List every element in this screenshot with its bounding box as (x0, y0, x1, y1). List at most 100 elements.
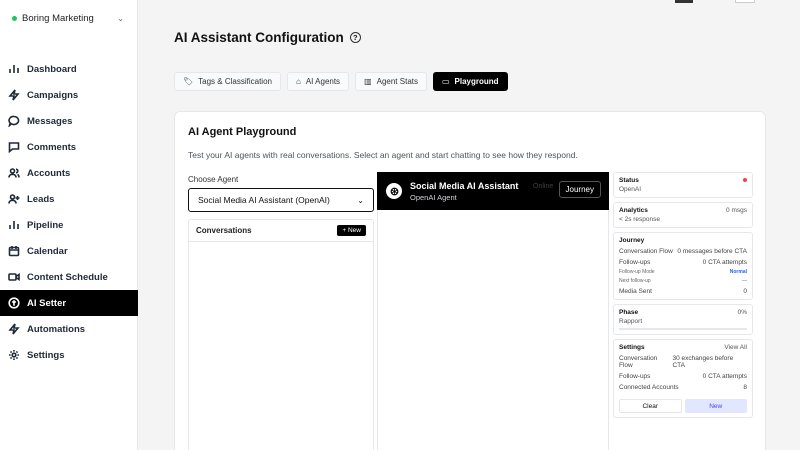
sidebar-item-pipeline[interactable]: Pipeline (0, 212, 138, 238)
journey-row: Conversation Flow 0 messages before CTA (619, 248, 747, 255)
sidebar-item-label: Pipeline (27, 219, 64, 231)
sidebar-item-label: Messages (27, 115, 73, 127)
settings-row-value: 8 (743, 384, 747, 391)
tab-agent-stats[interactable]: ▥ Agent Stats (355, 72, 427, 91)
users-icon (8, 167, 20, 179)
phase-box: Phase 0% Rapport (613, 304, 753, 335)
follow-up-mode-value[interactable]: Normal (730, 269, 747, 275)
chat-agent-name: Social Media AI Assistant (410, 180, 519, 191)
journey-row-label: Follow-up Mode (619, 269, 655, 275)
sidebar-item-messages[interactable]: Messages (0, 108, 138, 134)
clear-button[interactable]: Clear (619, 399, 682, 413)
sidebar-item-label: Automations (27, 323, 86, 335)
journey-row-label: Follow-ups (619, 259, 651, 266)
sidebar-item-campaigns[interactable]: Campaigns (0, 82, 138, 108)
gear-icon (8, 349, 20, 361)
view-all-link[interactable]: View All (724, 344, 747, 351)
sidebar-item-label: Dashboard (27, 63, 77, 75)
comment-icon (8, 141, 20, 153)
stats-icon: ▥ (364, 77, 372, 86)
sidebar-item-accounts[interactable]: Accounts (0, 160, 138, 186)
tab-label: AI Agents (305, 77, 341, 86)
online-status: Online (533, 183, 554, 190)
tab-tags-classification[interactable]: 🏷 Tags & Classification (174, 72, 281, 91)
sidebar-item-leads[interactable]: Leads (0, 186, 138, 212)
bar-chart-icon (8, 63, 20, 75)
sidebar-item-comments[interactable]: Comments (0, 134, 138, 160)
conversations-label: Conversations (196, 226, 252, 235)
sidebar-item-calendar[interactable]: Calendar (0, 238, 138, 264)
sidebar-item-label: Content Schedule (27, 271, 108, 283)
lightning-icon (8, 323, 20, 335)
sidebar-item-label: AI Setter (27, 297, 67, 309)
help-icon[interactable]: ? (349, 32, 361, 43)
playground-description: Test your AI agents with real conversati… (188, 150, 578, 160)
tab-playground[interactable]: ▭ Playground (432, 72, 508, 91)
sidebar-item-label: Accounts (27, 167, 71, 179)
sidebar-item-automations[interactable]: Automations (0, 316, 138, 342)
journey-row-value: 0 (743, 288, 747, 295)
settings-row-label: Follow-ups (619, 373, 651, 380)
calendar-icon (8, 245, 20, 257)
chat-bubble-icon (8, 115, 20, 127)
workspace-name: Boring Marketing (22, 12, 94, 24)
status-value: OpenAI (619, 186, 642, 193)
settings-actions: Clear New (619, 399, 747, 413)
journey-row-label: Conversation Flow (619, 248, 673, 255)
phase-value: Rapport (619, 318, 643, 325)
playground-title: AI Agent Playground (188, 126, 297, 138)
phase-progress-bar (619, 328, 747, 330)
journey-row-value: — (742, 278, 747, 284)
sidebar-item-ai-setter[interactable]: AI Setter (0, 290, 138, 316)
agent-info-panel: Status OpenAI Analytics < 2s response 0 … (613, 172, 753, 422)
sidebar-item-content-schedule[interactable]: Content Schedule (0, 264, 138, 290)
workspace-status-dot (12, 15, 17, 21)
tab-label: Tags & Classification (198, 77, 272, 86)
new-conversation-button[interactable]: + New (337, 225, 366, 236)
chat-area[interactable] (377, 172, 609, 450)
journey-row-value: 0 messages before CTA (677, 248, 747, 255)
page-title-text: AI Assistant Configuration (174, 30, 344, 45)
status-box: Status OpenAI (613, 172, 753, 198)
phase-title: Phase (619, 309, 639, 316)
status-title: Status (619, 177, 639, 184)
lightning-icon (8, 89, 20, 101)
sidebar-item-label: Campaigns (27, 89, 79, 101)
journey-row-value: 0 CTA attempts (702, 259, 747, 266)
journey-row: Next follow-up — (619, 278, 747, 284)
agent-select[interactable]: Social Media AI Assistant (OpenAI) ⌄ (188, 188, 374, 212)
ai-setter-icon (8, 297, 20, 309)
new-button[interactable]: New (684, 399, 747, 413)
workspace-switcher[interactable]: Boring Marketing ⌄ (6, 8, 130, 28)
robot-icon: ⌂ (295, 77, 301, 86)
top-bar-button[interactable] (735, 0, 755, 3)
analytics-value: < 2s response (619, 216, 661, 223)
journey-button[interactable]: Journey (558, 181, 601, 198)
settings-row-label: Conversation Flow (619, 355, 658, 369)
settings-row: Connected Accounts 8 (619, 384, 747, 391)
choose-agent-label: Choose Agent (188, 175, 239, 184)
journey-row: Media Sent 0 (619, 288, 747, 295)
tab-ai-agents[interactable]: ⌂ AI Agents (286, 72, 350, 91)
playground-card: AI Agent Playground Test your AI agents … (174, 111, 766, 450)
sidebar-item-label: Comments (27, 141, 77, 153)
user-plus-icon (8, 193, 20, 205)
analytics-box: Analytics < 2s response 0 msgs (613, 202, 753, 228)
sidebar-item-label: Settings (27, 349, 65, 361)
analytics-count: 0 msgs (726, 207, 747, 214)
agent-select-value: Social Media AI Assistant (OpenAI) (198, 195, 330, 205)
top-bar-button[interactable] (675, 0, 693, 3)
video-icon (8, 271, 20, 283)
sidebar-item-label: Leads (27, 193, 55, 205)
journey-row-label: Next follow-up (619, 278, 651, 284)
sidebar-item-settings[interactable]: Settings (0, 342, 138, 368)
settings-row-label: Connected Accounts (619, 384, 679, 391)
journey-row: Follow-ups 0 CTA attempts (619, 259, 747, 266)
sidebar-item-dashboard[interactable]: Dashboard (0, 56, 138, 82)
chat-header: Social Media AI Assistant OpenAI Agent O… (377, 172, 609, 210)
sidebar: Boring Marketing ⌄ Dashboard Campaigns M… (0, 0, 138, 450)
settings-row: Conversation Flow 30 exchanges before CT… (619, 355, 747, 369)
status-indicator-dot (743, 178, 747, 182)
settings-row-value: 0 CTA attempts (702, 373, 747, 380)
bar-chart-icon (8, 219, 20, 231)
